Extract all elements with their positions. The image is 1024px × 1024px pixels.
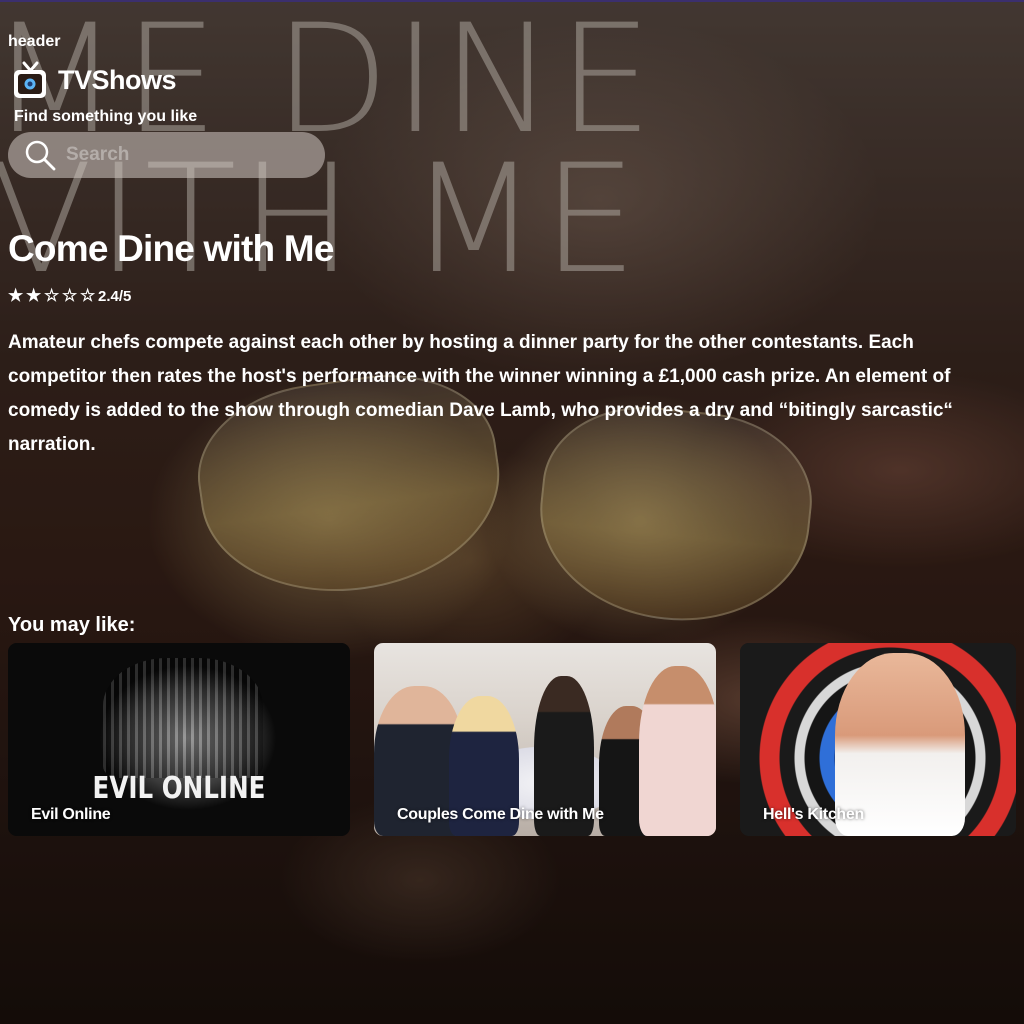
card-title: Hell's Kitchen [763, 806, 864, 823]
recommendations-row: EVIL ONLINE Evil Online Couples Come Din… [8, 643, 1016, 836]
star-outline-icon: ☆ [80, 286, 95, 305]
star-outline-icon: ☆ [62, 286, 77, 305]
search-input[interactable] [66, 144, 296, 166]
poster-title-text: EVIL ONLINE [92, 771, 266, 806]
top-border [0, 0, 1024, 2]
brand[interactable]: TVShows [12, 60, 177, 100]
recommendation-card-evil-online[interactable]: EVIL ONLINE Evil Online [8, 643, 350, 836]
recommendation-card-couples-come-dine[interactable]: Couples Come Dine with Me [374, 643, 716, 836]
rating-text: 2.4/5 [98, 287, 132, 305]
star-icon: ★ [26, 286, 41, 305]
recommendation-card-hells-kitchen[interactable]: Hell's Kitchen [740, 643, 1016, 836]
show-title: Come Dine with Me [8, 228, 334, 269]
star-icon: ★ [8, 286, 23, 305]
rating-stars: ★ ★ ☆ ☆ ☆ [8, 287, 98, 305]
card-title: Evil Online [31, 806, 111, 823]
search-icon[interactable] [24, 139, 56, 171]
show-description: Amateur chefs compete against each other… [8, 332, 953, 455]
rating: ★ ★ ☆ ☆ ☆ 2.4/5 [8, 287, 131, 305]
recommendations-heading: You may like: [8, 614, 136, 636]
tv-icon [14, 61, 46, 98]
star-outline-icon: ☆ [44, 286, 59, 305]
header-label: header [8, 33, 61, 50]
search-bar[interactable] [8, 132, 325, 178]
poster-faces [103, 658, 263, 778]
poster-person [639, 666, 716, 836]
brand-name: TVShows [58, 64, 177, 95]
tagline: Find something you like [14, 108, 198, 125]
card-title: Couples Come Dine with Me [397, 806, 604, 823]
